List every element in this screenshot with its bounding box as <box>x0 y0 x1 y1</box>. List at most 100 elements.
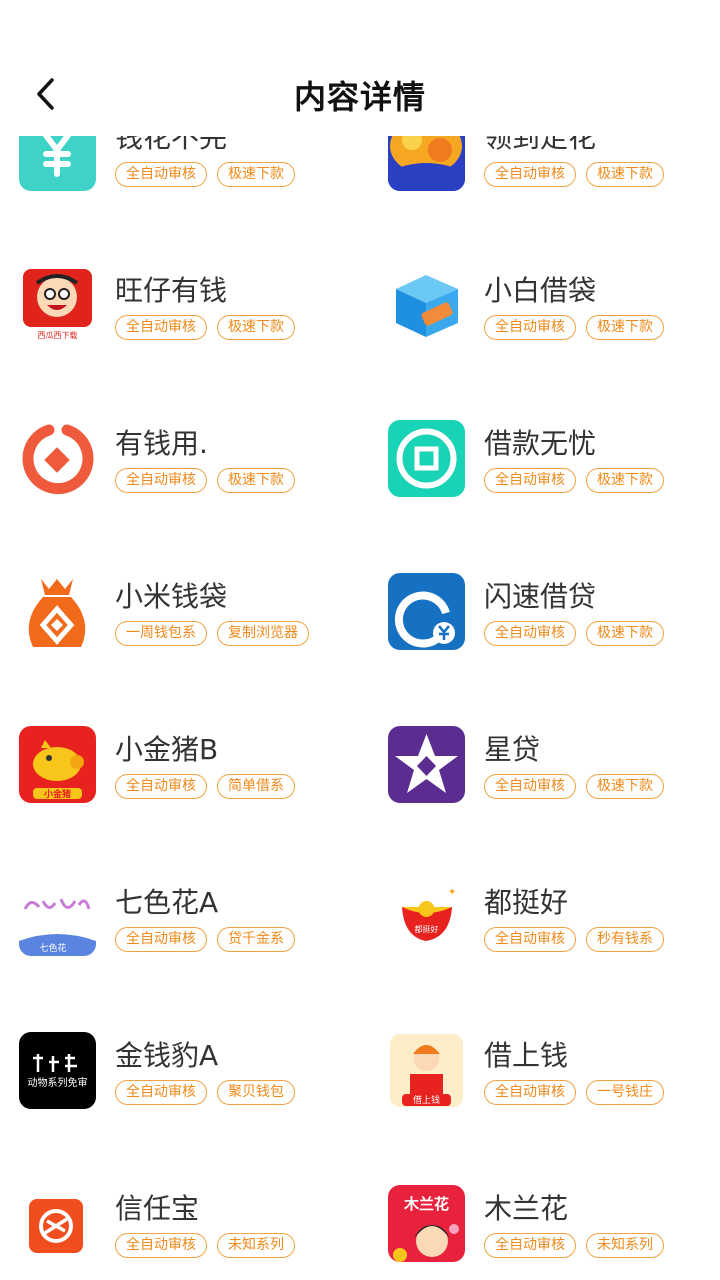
tag: 全自动审核 <box>115 927 207 952</box>
app-name: 闪速借贷 <box>484 580 597 613</box>
tag-group: 全自动审核 未知系列 <box>115 1233 295 1258</box>
tag: 秒有钱系 <box>586 927 664 952</box>
mulan-icon: 木兰花 <box>388 1185 465 1262</box>
tag-group: 全自动审核 简单借系 <box>115 774 295 799</box>
top-bar: 内容详情 <box>0 0 720 136</box>
gold-pig-caption: 小金猪 <box>43 788 71 800</box>
app-name: 小白借袋 <box>484 274 597 307</box>
tag: 全自动审核 <box>484 315 576 340</box>
app-name: 小米钱袋 <box>115 580 228 613</box>
list-item[interactable]: 小米钱袋 一周钱包系 复制浏览器 <box>19 573 359 673</box>
list-item[interactable]: 七色花 七色花A 全自动审核 贷千金系 <box>19 879 359 979</box>
tag: 极速下款 <box>217 468 295 493</box>
tag-group: 全自动审核 极速下款 <box>115 162 295 187</box>
tag: 极速下款 <box>586 315 664 340</box>
app-name: 旺仔有钱 <box>115 274 228 307</box>
ring-diamond-icon <box>19 420 96 497</box>
tag: 简单借系 <box>217 774 295 799</box>
app-name: 星贷 <box>484 733 541 766</box>
list-item[interactable]: 借上钱 借上钱 全自动审核 一号钱庄 <box>388 1032 720 1132</box>
tag: 全自动审核 <box>484 621 576 646</box>
app-name: 七色花A <box>115 886 219 919</box>
qisehua-icon: 七色花 <box>19 879 96 956</box>
tag-group: 一周钱包系 复制浏览器 <box>115 621 309 646</box>
list-item[interactable]: 小白借袋 全自动审核 极速下款 <box>388 267 720 367</box>
list-item[interactable]: ✦ 都挺好 都挺好 全自动审核 秒有钱系 <box>388 879 720 979</box>
cube-icon <box>388 267 465 344</box>
girl-caption: 借上钱 <box>413 1094 440 1106</box>
list-item[interactable]: 西瓜西下载 旺仔有钱 全自动审核 极速下款 <box>19 267 359 367</box>
wangzai-caption: 西瓜西下载 <box>38 330 78 340</box>
tag: 全自动审核 <box>115 468 207 493</box>
svg-text:✦: ✦ <box>448 887 456 898</box>
tag: 全自动审核 <box>484 468 576 493</box>
coin-square-icon <box>388 420 465 497</box>
list-item[interactable]: 闪速借贷 全自动审核 极速下款 <box>388 573 720 673</box>
money-bag-icon <box>19 573 96 650</box>
app-name: 金钱豹A <box>115 1039 219 1072</box>
list-row: 钱花不完 全自动审核 极速下款 领到走花 全自动审核 极速下款 <box>0 118 720 267</box>
app-list[interactable]: 钱花不完 全自动审核 极速下款 领到走花 全自动审核 极速下款 西瓜西下载 旺仔… <box>0 118 720 1280</box>
list-row: 动物系列免审 金钱豹A 全自动审核 聚贝钱包 借上钱 借上钱 全自动审核 一号钱… <box>0 1032 720 1185</box>
tag-group: 全自动审核 极速下款 <box>484 774 664 799</box>
girl-icon: 借上钱 <box>388 1032 465 1109</box>
tag: 全自动审核 <box>484 774 576 799</box>
tag-group: 全自动审核 极速下款 <box>115 315 295 340</box>
tag-group: 全自动审核 极速下款 <box>484 621 664 646</box>
star-icon <box>388 726 465 803</box>
tag: 未知系列 <box>586 1233 664 1258</box>
app-name: 小金猪B <box>115 733 219 766</box>
tag-group: 全自动审核 极速下款 <box>115 468 295 493</box>
list-row: 小金猪 小金猪B 全自动审核 简单借系 星贷 全自动审核 极速下款 <box>0 726 720 879</box>
app-name: 都挺好 <box>484 886 569 919</box>
tag: 全自动审核 <box>115 315 207 340</box>
gold-pig-icon: 小金猪 <box>19 726 96 803</box>
list-item[interactable]: 木兰花 木兰花 全自动审核 未知系列 <box>388 1185 720 1280</box>
list-row: 有钱用. 全自动审核 极速下款 借款无忧 全自动审核 极速下款 <box>0 420 720 573</box>
tag: 全自动审核 <box>484 1233 576 1258</box>
list-item[interactable]: 有钱用. 全自动审核 极速下款 <box>19 420 359 520</box>
app-name: 木兰花 <box>484 1192 569 1225</box>
app-name: 借款无忧 <box>484 427 597 460</box>
tag-group: 全自动审核 极速下款 <box>484 468 664 493</box>
list-item[interactable]: 信任宝 全自动审核 未知系列 <box>19 1185 359 1280</box>
list-row: 西瓜西下载 旺仔有钱 全自动审核 极速下款 小白借袋 全自动审核 极速下款 <box>0 267 720 420</box>
wangzai-icon: 西瓜西下载 <box>19 267 96 344</box>
tag: 未知系列 <box>217 1233 295 1258</box>
tag: 全自动审核 <box>115 774 207 799</box>
mulan-caption: 木兰花 <box>403 1195 449 1213</box>
app-name: 有钱用. <box>115 427 208 460</box>
tag: 全自动审核 <box>115 1080 207 1105</box>
tag-group: 全自动审核 极速下款 <box>484 162 664 187</box>
tag-group: 全自动审核 极速下款 <box>484 315 664 340</box>
q-yuan-icon <box>388 573 465 650</box>
envelope-caption: 都挺好 <box>415 924 439 934</box>
list-row: 小米钱袋 一周钱包系 复制浏览器 闪速借贷 全自动审核 极速下款 <box>0 573 720 726</box>
list-row: 七色花 七色花A 全自动审核 贷千金系 ✦ 都挺好 都挺好 全自动审核 秒有钱系 <box>0 879 720 1032</box>
tag-group: 全自动审核 秒有钱系 <box>484 927 664 952</box>
tag: 贷千金系 <box>217 927 295 952</box>
tag: 全自动审核 <box>115 162 207 187</box>
tag-group: 全自动审核 聚贝钱包 <box>115 1080 295 1105</box>
qisehua-caption: 七色花 <box>39 942 66 954</box>
list-item[interactable]: 小金猪 小金猪B 全自动审核 简单借系 <box>19 726 359 826</box>
tag: 极速下款 <box>217 315 295 340</box>
tag: 一号钱庄 <box>586 1080 664 1105</box>
app-name: 借上钱 <box>484 1039 569 1072</box>
trust-icon <box>19 1185 96 1262</box>
tag: 全自动审核 <box>484 927 576 952</box>
tag-group: 全自动审核 贷千金系 <box>115 927 295 952</box>
tag: 复制浏览器 <box>217 621 309 646</box>
tag-group: 全自动审核 一号钱庄 <box>484 1080 664 1105</box>
page-title: 内容详情 <box>293 78 426 116</box>
leopard-text-icon: 动物系列免审 <box>19 1032 96 1109</box>
tag: 极速下款 <box>586 162 664 187</box>
app-name: 信任宝 <box>115 1192 200 1225</box>
list-item[interactable]: 动物系列免审 金钱豹A 全自动审核 聚贝钱包 <box>19 1032 359 1132</box>
list-row: 信任宝 全自动审核 未知系列 木兰花 木兰花 全自动审核 未知系列 <box>0 1185 720 1280</box>
list-item[interactable]: 星贷 全自动审核 极速下款 <box>388 726 720 826</box>
list-item[interactable]: 借款无忧 全自动审核 极速下款 <box>388 420 720 520</box>
tag-group: 全自动审核 未知系列 <box>484 1233 664 1258</box>
tag: 全自动审核 <box>484 1080 576 1105</box>
tag: 极速下款 <box>217 162 295 187</box>
